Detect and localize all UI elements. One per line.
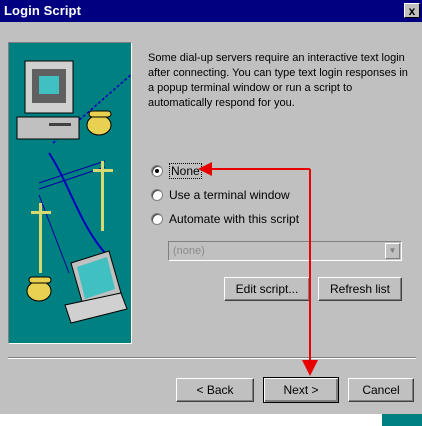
radio-none-label: None bbox=[169, 163, 202, 179]
taskbar-strip-teal bbox=[382, 414, 422, 426]
annotation-arrowhead-down bbox=[302, 360, 318, 376]
radio-automate-label: Automate with this script bbox=[169, 212, 300, 226]
wizard-illustration bbox=[8, 42, 132, 344]
edit-script-button[interactable]: Edit script... bbox=[224, 277, 310, 301]
close-button[interactable]: x bbox=[404, 3, 420, 18]
next-button[interactable]: Next > bbox=[263, 377, 339, 403]
back-button[interactable]: < Back bbox=[176, 378, 254, 402]
radio-terminal-label: Use a terminal window bbox=[169, 188, 290, 202]
taskbar-strip bbox=[0, 414, 422, 426]
window-frame bbox=[0, 22, 6, 426]
radio-automate-script[interactable]: Automate with this script bbox=[151, 211, 299, 227]
radio-button-icon[interactable] bbox=[151, 165, 163, 177]
title-bar: Login Script x bbox=[0, 0, 422, 22]
window-title: Login Script bbox=[4, 3, 82, 18]
chevron-down-icon[interactable]: ▼ bbox=[385, 243, 400, 259]
radio-none[interactable]: None bbox=[151, 163, 202, 179]
script-select-value: (none) bbox=[173, 245, 205, 257]
network-illustration-icon bbox=[16, 60, 131, 324]
radio-button-icon[interactable] bbox=[151, 189, 163, 201]
divider bbox=[8, 357, 416, 359]
refresh-list-button[interactable]: Refresh list bbox=[318, 277, 402, 301]
script-select[interactable]: (none) ▼ bbox=[168, 241, 402, 261]
description-text: Some dial-up servers require an interact… bbox=[148, 52, 408, 109]
radio-terminal-window[interactable]: Use a terminal window bbox=[151, 187, 290, 203]
cancel-button[interactable]: Cancel bbox=[348, 378, 414, 402]
radio-button-icon[interactable] bbox=[151, 213, 163, 225]
